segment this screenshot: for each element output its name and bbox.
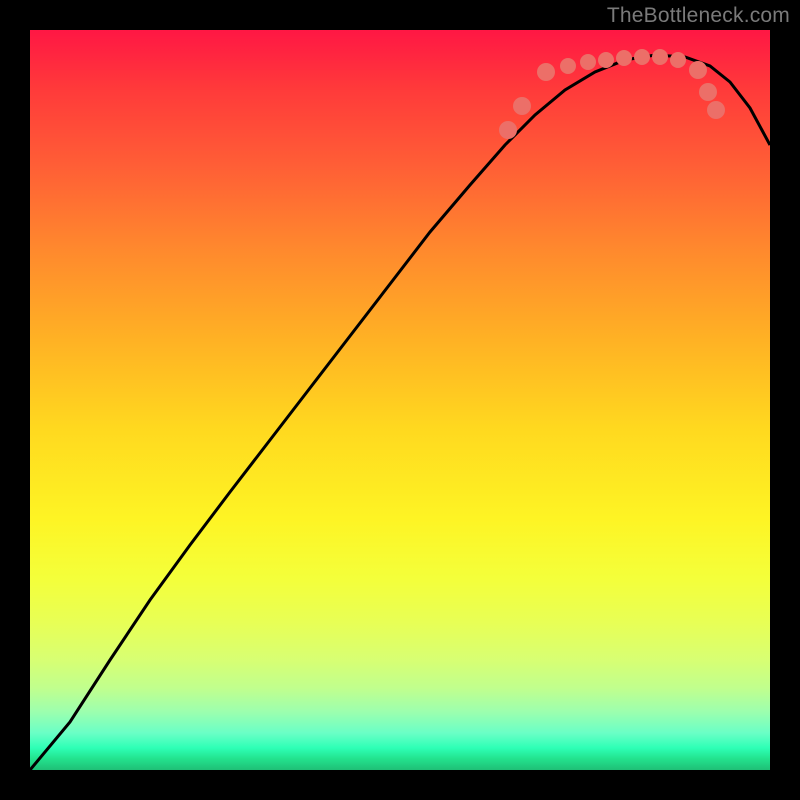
data-point (634, 49, 650, 65)
data-point (616, 50, 632, 66)
watermark-text: TheBottleneck.com (607, 4, 790, 28)
data-point (598, 52, 614, 68)
data-point (537, 63, 555, 81)
curve-layer (30, 30, 770, 770)
data-point (707, 101, 725, 119)
data-point (513, 97, 531, 115)
data-point (652, 49, 668, 65)
data-point (670, 52, 686, 68)
data-point (580, 54, 596, 70)
chart-plot-area (30, 30, 770, 770)
chart-frame: TheBottleneck.com (0, 0, 800, 800)
data-point (499, 121, 517, 139)
data-point (560, 58, 576, 74)
data-point (699, 83, 717, 101)
bottleneck-curve (30, 55, 770, 770)
data-point (689, 61, 707, 79)
